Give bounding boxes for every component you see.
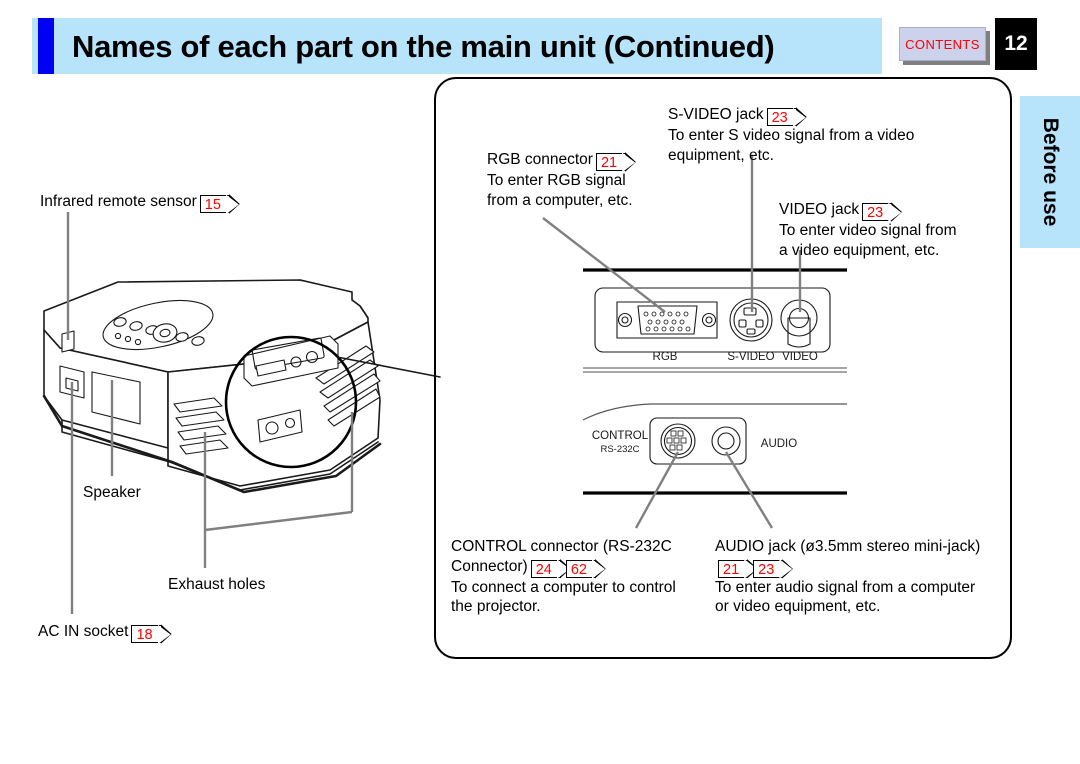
leader-lines-left (66, 212, 354, 614)
callout-line: To connect a computer to control (451, 578, 676, 596)
callout-title-cont: Connector) (451, 557, 528, 575)
top-control-buttons (113, 317, 205, 346)
callout-title: RGB connector (487, 151, 593, 168)
page-title: Names of each part on the main unit (Con… (72, 29, 775, 64)
page-ref-marker[interactable]: 15 (199, 195, 230, 213)
callout-speaker: Speaker (83, 483, 141, 503)
callout-title: CONTROL connector (RS-232C (451, 538, 672, 555)
callout-line: To enter video signal from (779, 222, 957, 239)
exhaust-holes-side (315, 345, 381, 427)
callout-line: equipment, etc. (668, 146, 774, 164)
callout-infrared-sensor: Infrared remote sensor 15 (40, 192, 232, 213)
callout-line: from a computer, etc. (487, 191, 633, 209)
page-ref-marker[interactable]: 62 (565, 559, 596, 578)
callout-line: To enter audio signal from a computer (715, 578, 976, 596)
contents-button-label: CONTENTS (905, 36, 980, 52)
callout-audio-jack: AUDIO jack (ø3.5mm stereo mini-jack) 21 2… (715, 537, 980, 617)
page-number-value: 12 (1004, 32, 1028, 55)
section-tab-label: Before use (1039, 117, 1062, 227)
page-number-badge: 12 (995, 18, 1037, 70)
callout-line: a video equipment, etc. (779, 241, 940, 259)
page-ref-marker[interactable]: 21 (718, 559, 749, 578)
header-accent-bar (38, 18, 54, 74)
callout-title: S-VIDEO jack (668, 106, 764, 123)
callout-svideo-jack: S-VIDEO jack 23 To enter S video signal f… (668, 105, 914, 165)
callout-title: Speaker (83, 484, 141, 501)
ir-sensor-window (61, 330, 75, 353)
page-ref-marker[interactable]: 23 (862, 203, 893, 221)
projector-illustration (42, 279, 441, 494)
exhaust-holes-front (173, 397, 229, 455)
section-tab-before-use[interactable]: Before use (1020, 96, 1080, 248)
page-ref-marker[interactable]: 18 (131, 625, 162, 643)
callout-exhaust-holes: Exhaust holes (168, 575, 265, 595)
callout-line: the projector. (451, 598, 541, 615)
callout-line: To enter S video signal from a video (668, 127, 915, 144)
callout-line: To enter RGB signal (487, 172, 626, 189)
page-ref-marker[interactable]: 24 (530, 559, 561, 578)
callout-title: Exhaust holes (168, 576, 266, 593)
callout-video-jack: VIDEO jack 23 To enter video signal from … (779, 200, 956, 260)
page-ref-marker[interactable]: 21 (595, 153, 627, 171)
callout-line: or video equipment, etc. (715, 598, 881, 615)
page-ref-marker[interactable]: 23 (766, 108, 797, 126)
callout-ac-in-socket: AC IN socket 18 (38, 622, 164, 643)
contents-button[interactable]: CONTENTS (899, 27, 986, 61)
callout-control-connector: CONTROL connector (RS-232C Connector) 24 6… (451, 537, 676, 617)
callout-title: Infrared remote sensor (40, 193, 197, 210)
callout-title: AC IN socket (38, 623, 129, 640)
magnifier-circle (224, 335, 358, 469)
callout-rgb-connector: RGB connector 21 To enter RGB signal from… (487, 150, 633, 210)
callout-title: AUDIO jack (ø3.5mm stereo mini-jack) (715, 538, 981, 555)
page-ref-marker[interactable]: 23 (753, 559, 784, 578)
callout-title: VIDEO jack (779, 201, 860, 218)
ac-in-socket-shape (59, 365, 85, 399)
